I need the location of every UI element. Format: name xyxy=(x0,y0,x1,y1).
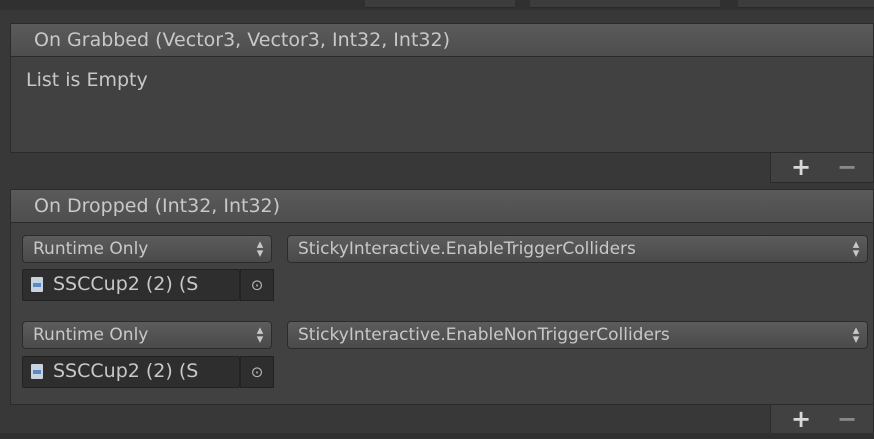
remove-listener-button[interactable]: − xyxy=(827,153,867,181)
function-dropdown[interactable]: StickyInteractive.EnableNonTriggerCollid… xyxy=(287,321,868,349)
remove-listener-button[interactable]: − xyxy=(827,405,867,433)
script-file-icon xyxy=(31,364,43,379)
top-field-segment xyxy=(530,0,720,8)
top-field-segment xyxy=(738,0,874,8)
script-file-icon xyxy=(31,277,43,292)
target-object-field[interactable]: SSCCup2 (2) (S xyxy=(22,356,240,388)
updown-arrow-icon: ▴ ▾ xyxy=(256,237,264,261)
target-object-field[interactable]: SSCCup2 (2) (S xyxy=(22,269,240,301)
add-listener-button[interactable]: + xyxy=(781,405,821,433)
inspector-bottom-strip xyxy=(0,433,874,439)
function-dropdown[interactable]: StickyInteractive.EnableTriggerColliders… xyxy=(287,235,868,263)
event-header: On Dropped (Int32, Int32) xyxy=(10,189,874,223)
target-object-label: SSCCup2 (2) (S xyxy=(53,273,199,295)
list-footer: + − xyxy=(770,153,874,183)
list-empty-label: List is Empty xyxy=(26,69,148,91)
updown-arrow-icon: ▴ ▾ xyxy=(256,323,264,347)
target-circle-icon[interactable]: ⊙ xyxy=(240,269,274,301)
event-body: Runtime Only ▴ ▾ StickyInteractive.Enable… xyxy=(10,223,874,405)
event-title: On Grabbed (Vector3, Vector3, Int32, Int… xyxy=(34,29,450,51)
updown-arrow-icon: ▴ ▾ xyxy=(852,237,860,261)
top-field-segment xyxy=(365,0,515,8)
updown-arrow-icon: ▴ ▾ xyxy=(852,323,860,347)
target-circle-icon[interactable]: ⊙ xyxy=(240,356,274,388)
runtime-mode-dropdown[interactable]: Runtime Only ▴ ▾ xyxy=(22,321,272,349)
dropdown-label: Runtime Only xyxy=(33,325,149,345)
add-listener-button[interactable]: + xyxy=(781,153,821,181)
event-title: On Dropped (Int32, Int32) xyxy=(34,195,281,217)
dropdown-label: StickyInteractive.EnableNonTriggerCollid… xyxy=(298,325,670,345)
dropdown-label: StickyInteractive.EnableTriggerColliders xyxy=(298,239,636,259)
runtime-mode-dropdown[interactable]: Runtime Only ▴ ▾ xyxy=(22,235,272,263)
list-footer: + − xyxy=(770,405,874,435)
event-header: On Grabbed (Vector3, Vector3, Int32, Int… xyxy=(10,23,874,57)
event-body: List is Empty xyxy=(10,57,874,153)
target-object-label: SSCCup2 (2) (S xyxy=(53,360,199,382)
inspector-top-strip xyxy=(0,0,874,10)
dropdown-label: Runtime Only xyxy=(33,239,149,259)
